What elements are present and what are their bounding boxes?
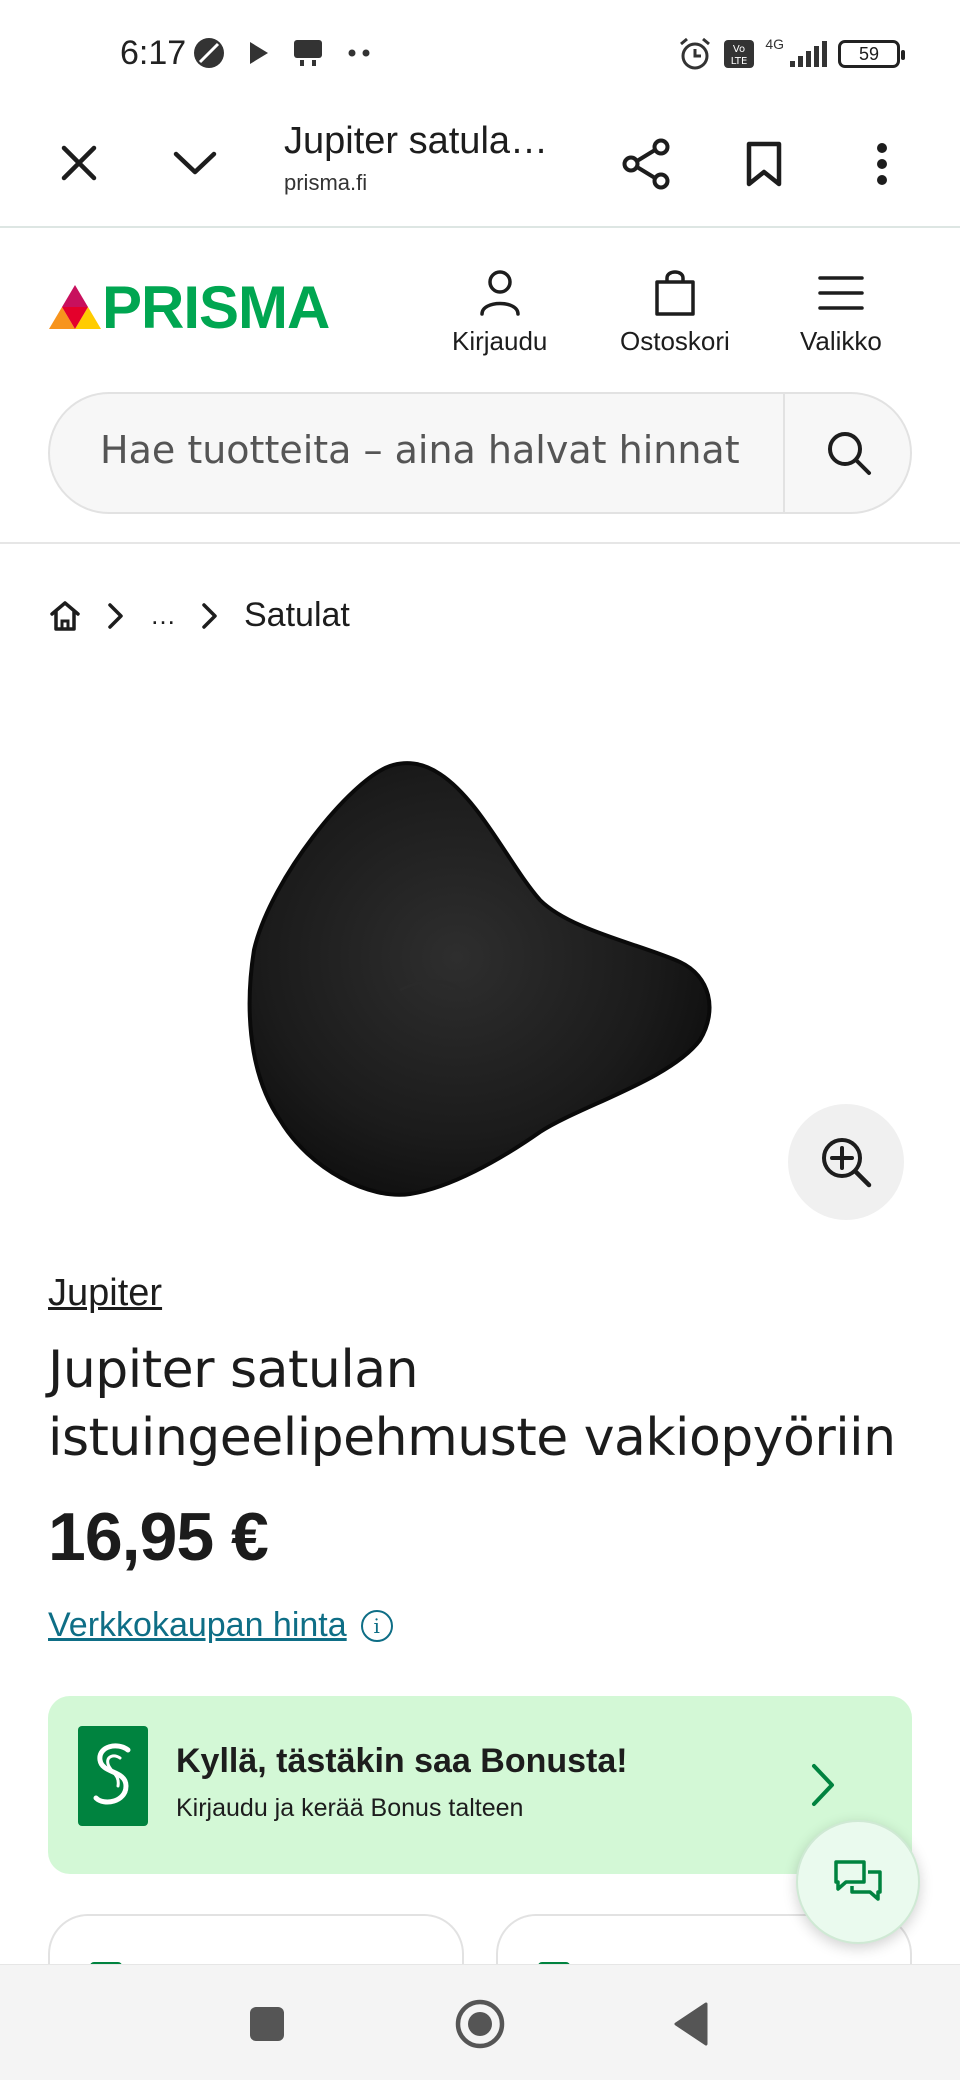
cart-label: Ostoskori: [620, 326, 730, 356]
product-title: Jupiter satulan istuingeelipehmuste vaki…: [48, 1340, 896, 1468]
close-icon: [61, 145, 97, 181]
bonus-subtitle: Kirjaudu ja kerää Bonus talteen: [176, 1794, 524, 1822]
back-button[interactable]: [656, 1989, 726, 2059]
minimize-button[interactable]: [166, 134, 224, 192]
user-icon: [479, 270, 520, 316]
square-icon: [250, 2007, 284, 2041]
product-image[interactable]: [240, 740, 720, 1210]
shopping-bag-icon: [655, 270, 695, 316]
breadcrumb-current[interactable]: Satulat: [244, 596, 350, 635]
breadcrumb: … Satulat: [48, 596, 350, 635]
menu-label: Valikko: [800, 326, 882, 356]
search-button[interactable]: [785, 394, 912, 512]
brand-link[interactable]: Jupiter: [48, 1272, 162, 1315]
status-bar: 6:17 Vo LTE 4G 59: [0, 0, 960, 110]
svg-text:LTE: LTE: [731, 56, 748, 67]
breadcrumb-ellipsis[interactable]: …: [150, 600, 176, 631]
hamburger-menu-icon: [818, 276, 864, 310]
play-icon: [250, 42, 268, 64]
bookmark-button[interactable]: [734, 134, 794, 194]
product-price: 16,95 €: [48, 1499, 269, 1575]
circle-icon: [455, 1999, 505, 2049]
chat-button[interactable]: [796, 1820, 920, 1944]
battery-level: 59: [858, 43, 880, 64]
zoom-in-icon: [822, 1138, 872, 1188]
network-type: 4G: [765, 36, 784, 52]
app-icon: [294, 40, 322, 66]
search-icon: [827, 432, 871, 475]
share-button[interactable]: [616, 134, 676, 194]
status-notification-icons: [192, 36, 374, 70]
svg-text:Vo: Vo: [733, 44, 745, 55]
cart-button[interactable]: Ostoskori: [620, 268, 730, 357]
prisma-logo-icon: [49, 285, 101, 329]
chevron-right-icon: [108, 602, 123, 629]
signal-icon: [790, 41, 827, 67]
status-time: 6:17: [120, 34, 187, 72]
triangle-back-icon: [674, 2002, 708, 2046]
more-notifications-icon: [348, 49, 370, 57]
page-title: Jupiter satula…: [284, 120, 549, 162]
bookmark-icon: [746, 141, 782, 187]
system-nav-bar: [0, 1964, 960, 2080]
logo-text: PRISMA: [102, 274, 330, 341]
volte-icon: VoLTE: [724, 40, 755, 68]
chat-icon: [834, 1860, 882, 1901]
battery-icon: 59: [838, 40, 905, 68]
login-label: Kirjaudu: [452, 326, 548, 356]
close-button[interactable]: [50, 134, 108, 192]
chevron-right-icon: [812, 1764, 834, 1806]
home-icon[interactable]: [48, 599, 82, 633]
home-button[interactable]: [445, 1989, 515, 2059]
site-header: PRISMA Kirjaudu Ostoskori Valikko: [0, 228, 960, 544]
share-icon: [622, 138, 670, 190]
menu-button[interactable]: Valikko: [800, 268, 882, 357]
price-info: Verkkokaupan hinta i: [48, 1606, 393, 1645]
online-price-link[interactable]: Verkkokaupan hinta: [48, 1606, 347, 1645]
search-bar: [48, 392, 912, 514]
s-bonus-logo-icon: [93, 1743, 131, 1805]
page-url: prisma.fi: [284, 170, 368, 195]
search-input[interactable]: [100, 428, 740, 472]
chevron-right-icon: [202, 602, 217, 629]
recent-apps-button[interactable]: [232, 1989, 302, 2059]
login-button[interactable]: Kirjaudu: [452, 268, 547, 357]
browser-toolbar: Jupiter satula… prisma.fi: [0, 110, 960, 228]
alarm-icon: [680, 37, 711, 70]
bonus-title: Kyllä, tästäkin saa Bonusta!: [176, 1742, 628, 1780]
info-icon[interactable]: i: [360, 1609, 393, 1642]
status-system-icons: Vo LTE 4G 59: [677, 36, 905, 72]
more-options-button[interactable]: [852, 134, 912, 194]
zoom-button[interactable]: [788, 1104, 904, 1220]
bonus-banner[interactable]: Kyllä, tästäkin saa Bonusta! Kirjaudu ja…: [48, 1696, 912, 1874]
s-bonus-logo: [78, 1726, 148, 1826]
notification-icon: [194, 38, 224, 68]
more-vertical-icon: [877, 143, 887, 185]
prisma-logo[interactable]: PRISMA: [48, 274, 330, 341]
chevron-down-icon: [173, 151, 217, 175]
